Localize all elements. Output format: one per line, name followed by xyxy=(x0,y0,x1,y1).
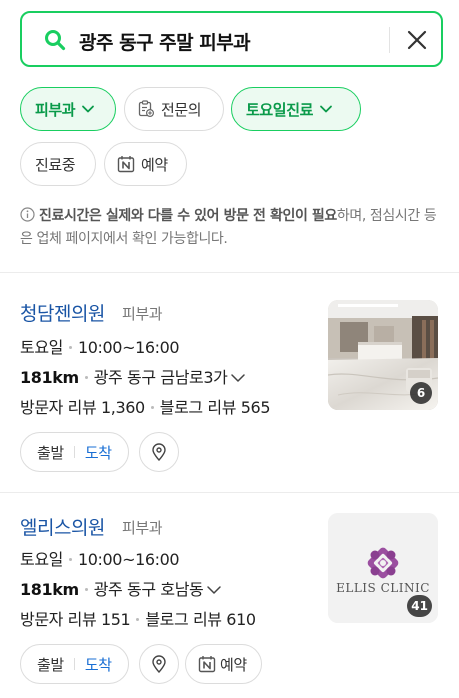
filter-open-now[interactable]: 진료중 xyxy=(20,142,96,186)
reviews: 방문자 리뷰 1,360 블로그 리뷰 565 xyxy=(20,394,270,418)
hours-day: 토요일 xyxy=(20,338,63,357)
photo-count-badge: 6 xyxy=(410,382,432,404)
filter-label: 피부과 xyxy=(35,100,76,119)
calendar-n-icon xyxy=(117,156,135,173)
chevron-down-icon xyxy=(207,586,222,594)
result-item[interactable]: 청담젠의원 피부과 토요일 10:00~16:00 181km 광주 동구 금남로3… xyxy=(0,273,459,491)
place-category: 피부과 xyxy=(122,519,163,537)
filter-label: 전문의 xyxy=(161,100,202,119)
distance: 181km xyxy=(20,580,79,599)
filter-label: 예약 xyxy=(141,155,168,174)
arrive-link[interactable]: 도착 xyxy=(85,654,128,675)
search-input[interactable]: 광주 동구 주말 피부과 xyxy=(79,28,251,55)
filter-reservation[interactable]: 예약 xyxy=(104,142,187,186)
place-name[interactable]: 엘리스의원 xyxy=(20,513,105,540)
location-line[interactable]: 181km 광주 동구 호남동 xyxy=(20,576,222,600)
hours-day: 토요일 xyxy=(20,550,63,569)
place-category: 피부과 xyxy=(122,305,163,323)
visitor-review: 방문자 리뷰 1,360 xyxy=(20,398,145,417)
reserve-button[interactable]: 예약 xyxy=(185,644,262,684)
place-photo[interactable]: 6 xyxy=(328,300,438,410)
notice-bold: 진료시간은 실제와 다를 수 있어 방문 전 확인이 필요 xyxy=(39,208,337,224)
map-pin-icon xyxy=(152,443,166,461)
address: 광주 동구 금남로3가 xyxy=(93,368,228,387)
place-name[interactable]: 청담젠의원 xyxy=(20,299,105,326)
directions-button[interactable]: 출발 도착 xyxy=(20,432,129,472)
directions-button[interactable]: 출발 도착 xyxy=(20,644,129,684)
map-button[interactable] xyxy=(139,644,179,684)
visitor-review: 방문자 리뷰 151 xyxy=(20,610,131,629)
reserve-label: 예약 xyxy=(220,655,247,674)
filter-dermatology[interactable]: 피부과 xyxy=(20,87,116,131)
result-item[interactable]: 엘리스의원 피부과 토요일 10:00~16:00 181km 광주 동구 호남동 … xyxy=(0,493,459,698)
photo-count-badge: 41 xyxy=(407,595,432,617)
chevron-down-icon xyxy=(82,105,95,113)
search-divider xyxy=(389,27,390,53)
filter-label: 토요일진료 xyxy=(246,100,314,119)
business-hours: 토요일 10:00~16:00 xyxy=(20,546,180,570)
logo-text: ELLIS CLINIC xyxy=(336,581,430,595)
address: 광주 동구 호남동 xyxy=(93,580,204,599)
close-icon[interactable] xyxy=(405,28,429,52)
calendar-n-icon xyxy=(198,656,216,673)
filter-label: 진료중 xyxy=(35,155,76,174)
arrive-link[interactable]: 도착 xyxy=(85,442,128,463)
search-bar[interactable]: 광주 동구 주말 피부과 xyxy=(20,11,443,67)
info-icon xyxy=(20,207,35,222)
location-line[interactable]: 181km 광주 동구 금남로3가 xyxy=(20,364,246,388)
map-button[interactable] xyxy=(139,432,179,472)
search-icon xyxy=(45,30,66,51)
filter-specialist[interactable]: 전문의 xyxy=(124,87,224,131)
depart-link[interactable]: 출발 xyxy=(21,442,64,463)
hours-notice: 진료시간은 실제와 다를 수 있어 방문 전 확인이 필요하며, 점심시간 등은… xyxy=(20,205,445,251)
reviews: 방문자 리뷰 151 블로그 리뷰 610 xyxy=(20,606,256,630)
place-photo[interactable]: ELLIS CLINIC 41 xyxy=(328,513,438,623)
hours-time: 10:00~16:00 xyxy=(77,338,180,357)
chevron-down-icon xyxy=(320,105,332,113)
blog-review: 블로그 리뷰 565 xyxy=(159,398,271,417)
clipboard-icon xyxy=(138,100,155,118)
business-hours: 토요일 10:00~16:00 xyxy=(20,334,180,358)
map-pin-icon xyxy=(152,655,166,673)
depart-link[interactable]: 출발 xyxy=(21,654,64,675)
filter-saturday-clinic[interactable]: 토요일진료 xyxy=(231,87,361,131)
distance: 181km xyxy=(20,368,79,387)
blog-review: 블로그 리뷰 610 xyxy=(145,610,256,629)
hours-time: 10:00~16:00 xyxy=(77,550,180,569)
chevron-down-icon xyxy=(231,374,246,382)
